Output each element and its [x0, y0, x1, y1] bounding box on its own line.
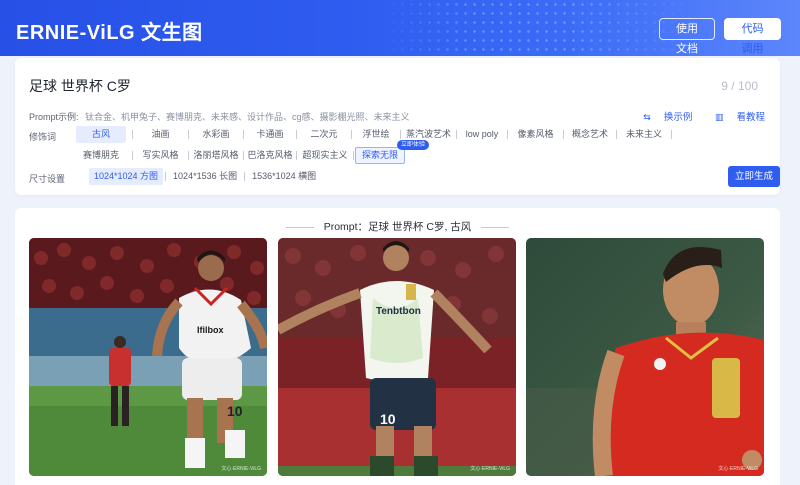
generated-image-2[interactable]: Tenbtbon 10 文心·ERNIE-ViLG — [278, 238, 516, 476]
divider — [165, 172, 167, 181]
modifier-tag[interactable]: 洛丽塔风格 — [189, 147, 243, 164]
image-1-graphic: Ifilbox 10 — [29, 238, 267, 476]
image-2-graphic: Tenbtbon 10 — [278, 238, 516, 476]
modifier-tag[interactable]: 卡通画 — [244, 126, 296, 143]
modifier-tag[interactable]: 二次元 — [297, 126, 351, 143]
top-header: ERNIE-ViLG 文生图 使用文档 代码调用 — [0, 0, 800, 56]
divider — [353, 151, 354, 160]
result-prompt-title: Prompt：足球 世界杯 C罗, 古风 — [15, 219, 780, 234]
try-now-badge: 立即体验 — [396, 140, 429, 150]
modifier-tag[interactable]: 写实风格 — [133, 147, 188, 164]
header-dot-pattern — [380, 0, 700, 56]
prompt-card: 足球 世界杯 C罗 9 / 100 Prompt示例: 钛合金、机甲兔子、赛博朋… — [15, 58, 780, 195]
modifier-tag[interactable]: 油画 — [133, 126, 188, 143]
app-title: ERNIE-ViLG 文生图 — [16, 22, 203, 44]
modifier-label: 修饰词 — [29, 132, 57, 142]
divider — [244, 172, 246, 181]
generated-image-3[interactable]: 文心·ERNIE-ViLG — [526, 238, 764, 476]
tutorial-link[interactable]: ▥ 看教程 — [705, 112, 765, 123]
docs-button[interactable]: 使用文档 — [659, 18, 715, 55]
size-option-portrait[interactable]: 1024*1536 长图 — [168, 168, 242, 185]
watermark: 文心·ERNIE-ViLG — [221, 466, 261, 472]
jersey-text: Tenbtbon — [376, 306, 421, 317]
swap-examples-label: 换示例 — [663, 112, 693, 123]
modifier-tag[interactable]: 赛博朋克 — [76, 147, 126, 164]
generated-image-1[interactable]: Ifilbox 10 文心·ERNIE-ViLG — [29, 238, 267, 476]
prompt-links: ⇆ 换示例 ▥ 看教程 — [623, 109, 765, 123]
size-option-square[interactable]: 1024*1024 方图 — [89, 168, 164, 185]
result-prompt-text: Prompt：足球 世界杯 C罗, 古风 — [323, 221, 472, 233]
svg-text:10: 10 — [380, 411, 396, 427]
modifier-tag[interactable]: 像素风格 — [508, 126, 563, 143]
explore-infinite-label: 探索无限 — [361, 150, 398, 160]
image-3-graphic — [526, 238, 764, 476]
examples-text[interactable]: 钛合金、机甲兔子、赛博朋克、未来感、设计作品、cg感、摄影棚光照、未来主义 — [85, 112, 410, 122]
modifier-tag[interactable]: 浮世绘 — [352, 126, 400, 143]
size-options: 1024*1024 方图 1024*1536 长图 1536*1024 横图 — [89, 168, 321, 185]
modifier-tag[interactable]: low poly — [457, 126, 507, 143]
explore-infinite-tag[interactable]: 探索无限 立即体验 — [355, 140, 429, 164]
swap-examples-link[interactable]: ⇆ 换示例 — [633, 112, 692, 123]
book-icon: ▥ — [714, 112, 724, 122]
watermark: 文心·ERNIE-ViLG — [718, 466, 758, 472]
modifier-tag[interactable]: 概念艺术 — [564, 126, 616, 143]
examples-label: Prompt示例: — [29, 112, 79, 122]
modifier-tag[interactable]: 未来主义 — [617, 126, 671, 143]
svg-text:10: 10 — [227, 403, 243, 419]
divider — [671, 130, 672, 139]
modifier-tag[interactable]: 巴洛克风格 — [244, 147, 296, 164]
jersey-text: Ifilbox — [197, 325, 224, 335]
modifier-tag[interactable]: 水彩画 — [189, 126, 243, 143]
size-option-landscape[interactable]: 1536*1024 横图 — [247, 168, 321, 185]
size-label: 尺寸设置 — [29, 174, 66, 184]
char-counter: 9 / 100 — [721, 79, 758, 93]
generate-button[interactable]: 立即生成 — [728, 166, 780, 187]
modifier-tag[interactable]: 古风 — [76, 126, 126, 143]
tutorial-label: 看教程 — [736, 112, 765, 123]
modifier-row-1: 古风 油画 水彩画 卡通画 二次元 浮世绘 蒸汽波艺术 low poly 像素风… — [76, 126, 672, 143]
divider — [285, 226, 314, 228]
watermark: 文心·ERNIE-ViLG — [470, 466, 510, 472]
modifier-row-2: 赛博朋克 写实风格 洛丽塔风格 巴洛克风格 超现实主义 探索无限 立即体验 — [76, 140, 429, 164]
prompt-input[interactable]: 足球 世界杯 C罗 — [29, 76, 131, 96]
modifier-tag[interactable]: 超现实主义 — [297, 147, 353, 164]
swap-icon: ⇆ — [643, 112, 651, 122]
prompt-examples: Prompt示例: 钛合金、机甲兔子、赛博朋克、未来感、设计作品、cg感、摄影棚… — [29, 110, 410, 123]
result-card: Prompt：足球 世界杯 C罗, 古风 Ifilbox 10 文心·ERNIE… — [15, 208, 780, 485]
divider — [481, 226, 510, 228]
api-button[interactable]: 代码调用 — [724, 18, 781, 55]
